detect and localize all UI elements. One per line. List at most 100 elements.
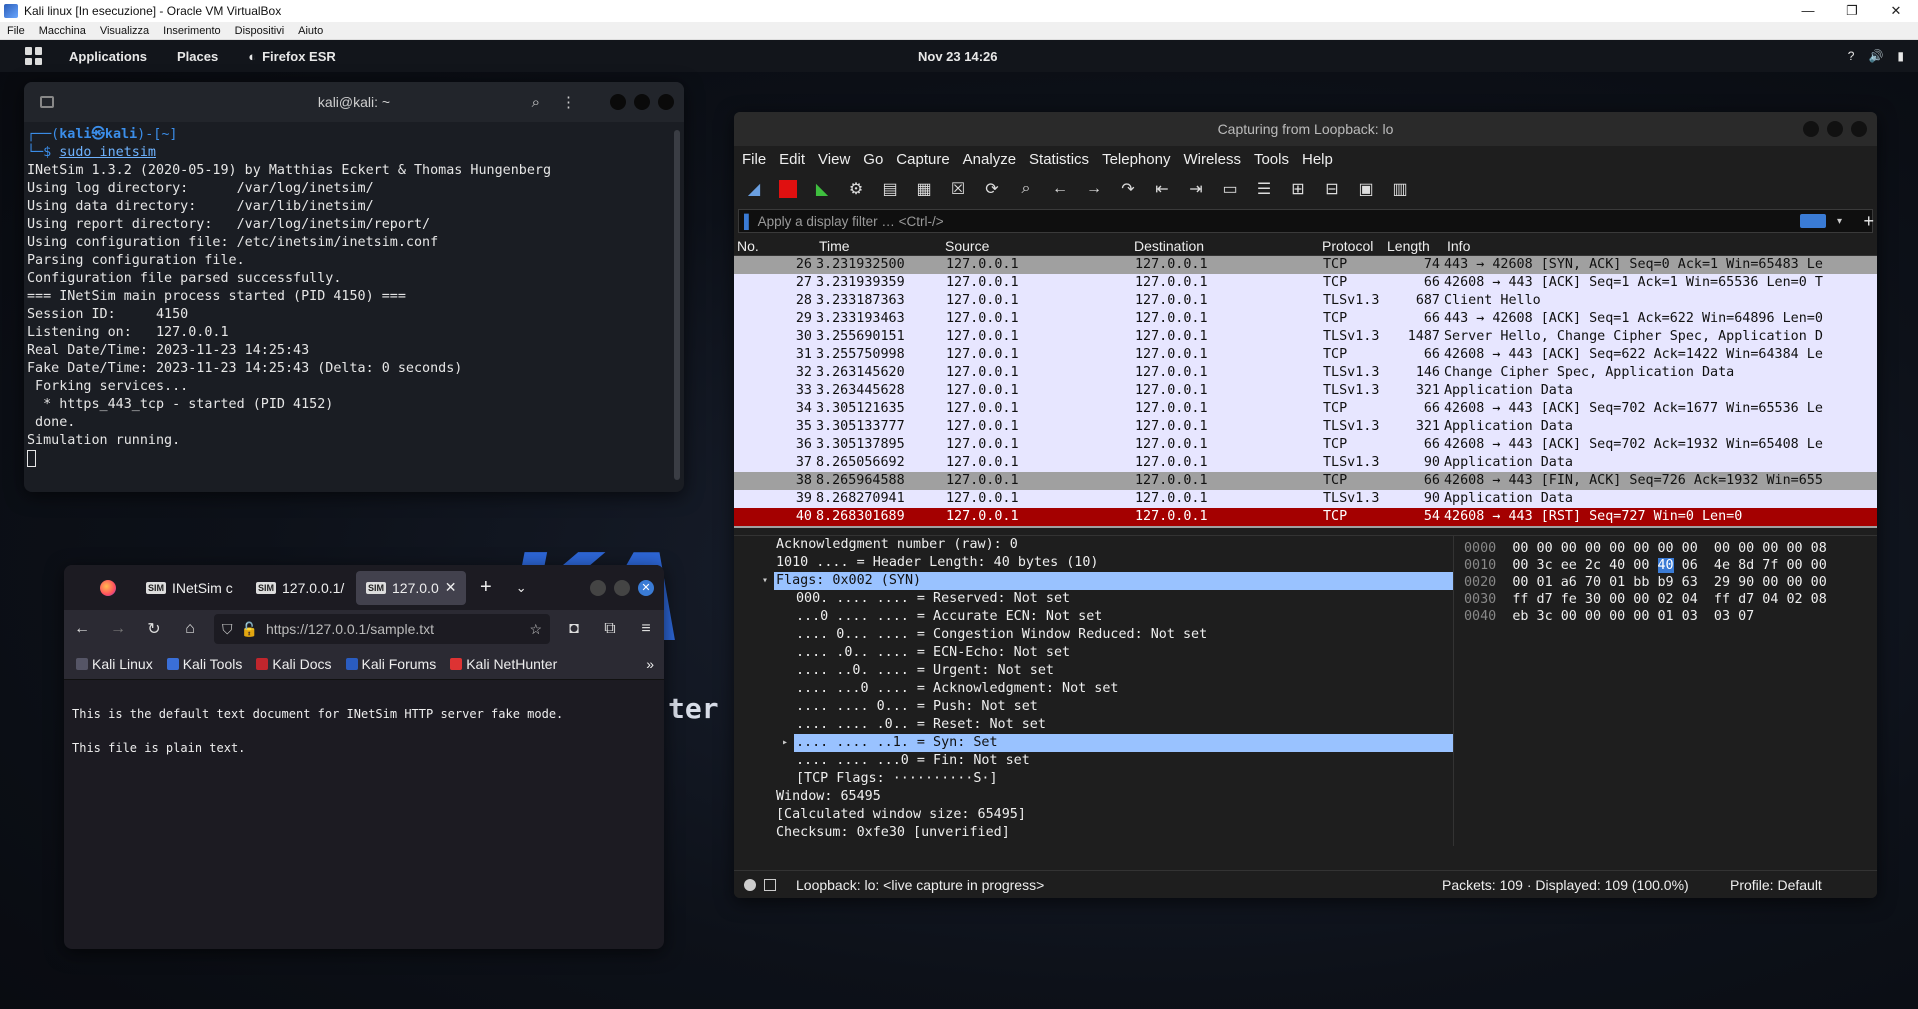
- colorize-icon[interactable]: ☰: [1252, 177, 1276, 201]
- bookmark-star-icon[interactable]: ☆: [529, 621, 542, 638]
- applications-menu[interactable]: Applications: [69, 49, 147, 64]
- apply-filter-icon[interactable]: [1800, 214, 1826, 228]
- packet-bytes[interactable]: 0000 00 00 00 00 00 00 00 00 00 00 00 00…: [1453, 536, 1877, 846]
- packet-row[interactable]: 28 3.233187363 127.0.0.1 127.0.0.1 TLSv1.3 68…: [734, 292, 1877, 310]
- detail-line[interactable]: 1010 .... = Header Length: 40 bytes (10): [734, 554, 1453, 572]
- go-first-icon[interactable]: ⇤: [1150, 177, 1174, 201]
- col-info[interactable]: Info: [1444, 238, 1877, 254]
- vbox-menu-devices[interactable]: Dispositivi: [228, 25, 292, 37]
- detail-line[interactable]: .... ...0 .... = Acknowledgment: Not set: [734, 680, 1453, 698]
- lock-icon[interactable]: 🔓: [241, 621, 258, 638]
- autoscroll-icon[interactable]: ▭: [1218, 177, 1242, 201]
- col-destination[interactable]: Destination: [1131, 238, 1319, 254]
- display-filter-input[interactable]: ▌ Apply a display filter … <Ctrl-/> ▾ +: [738, 209, 1874, 233]
- tab-127-sample[interactable]: SIM 127.0.0 ✕: [356, 570, 466, 605]
- zoom-in-icon[interactable]: ⊞: [1286, 177, 1310, 201]
- reload-file-icon[interactable]: ⟳: [980, 177, 1004, 201]
- detail-line[interactable]: Window: 65495: [734, 788, 1453, 806]
- menu-file[interactable]: File: [742, 151, 766, 168]
- menu-capture[interactable]: Capture: [896, 151, 949, 168]
- go-to-packet-icon[interactable]: ↷: [1116, 177, 1140, 201]
- new-tab-button[interactable]: +: [480, 576, 492, 599]
- col-protocol[interactable]: Protocol: [1319, 238, 1384, 254]
- bookmark-kali-forums[interactable]: Kali Forums: [345, 656, 436, 672]
- url-text[interactable]: https://127.0.0.1/sample.txt: [266, 621, 522, 637]
- search-icon[interactable]: ⌕: [532, 94, 540, 111]
- capture-comment-icon[interactable]: [764, 878, 776, 891]
- help-icon[interactable]: ?: [1848, 49, 1855, 63]
- packet-row[interactable]: 418.477632058127.0.0.1127.0.0.1TCP744121…: [734, 526, 1877, 528]
- col-time[interactable]: Time: [816, 238, 942, 254]
- vbox-menu-machine[interactable]: Macchina: [32, 25, 93, 37]
- packet-row[interactable]: 27 3.231939359 127.0.0.1 127.0.0.1 TCP 66 4260…: [734, 274, 1877, 292]
- detail-line[interactable]: ▸.... .... ..1. = Syn: Set: [782, 734, 1453, 752]
- packet-row[interactable]: 39 8.268270941 127.0.0.1 127.0.0.1 TLSv1.3 90…: [734, 490, 1877, 508]
- maximize-button[interactable]: ❐: [1830, 3, 1874, 19]
- expert-info-icon[interactable]: [744, 878, 756, 891]
- menu-telephony[interactable]: Telephony: [1102, 151, 1170, 168]
- terminal-minimize-button[interactable]: [610, 94, 626, 110]
- col-source[interactable]: Source: [942, 238, 1131, 254]
- packet-row[interactable]: 37 8.265056692 127.0.0.1 127.0.0.1 TLSv1.3 90…: [734, 454, 1877, 472]
- reload-button[interactable]: ↻: [136, 619, 172, 639]
- app-grid-icon[interactable]: [25, 47, 43, 65]
- detail-line[interactable]: .... .... 0... = Push: Not set: [734, 698, 1453, 716]
- firefox-maximize-button[interactable]: [614, 579, 630, 596]
- detail-line[interactable]: ...0 .... .... = Accurate ECN: Not set: [734, 608, 1453, 626]
- wireshark-maximize-button[interactable]: [1827, 121, 1843, 137]
- packet-row[interactable]: 30 3.255690151 127.0.0.1 127.0.0.1 TLSv1.3 14…: [734, 328, 1877, 346]
- expand-triangle-icon[interactable]: ▾: [762, 572, 768, 590]
- firefox-launcher[interactable]: ◐ Firefox ESR: [248, 49, 336, 64]
- minimize-button[interactable]: —: [1786, 3, 1830, 19]
- vbox-menu-file[interactable]: File: [0, 25, 32, 37]
- bookmark-kali-linux[interactable]: Kali Linux: [76, 656, 153, 672]
- shark-fin-start-icon[interactable]: ◢: [742, 177, 766, 201]
- go-last-icon[interactable]: ⇥: [1184, 177, 1208, 201]
- battery-icon[interactable]: ▮: [1897, 49, 1904, 63]
- terminal-close-button[interactable]: [658, 94, 674, 110]
- detail-line[interactable]: ▾ Flags: 0x002 (SYN): [762, 572, 1453, 590]
- firefox-view-icon[interactable]: [100, 579, 116, 596]
- menu-statistics[interactable]: Statistics: [1029, 151, 1089, 168]
- col-length[interactable]: Length: [1384, 238, 1444, 254]
- packet-row[interactable]: 29 3.233193463 127.0.0.1 127.0.0.1 TCP 66 443 …: [734, 310, 1877, 328]
- hex-line[interactable]: 0030 ff d7 fe 30 00 00 02 04 ff d7 04 02…: [1464, 591, 1867, 608]
- terminal-output[interactable]: ┌──(kali㉿kali)-[~] └─$ sudo inetsim INet…: [24, 122, 684, 473]
- packet-row[interactable]: 34 3.305121635 127.0.0.1 127.0.0.1 TCP 66 4260…: [734, 400, 1877, 418]
- extensions-icon[interactable]: ⧉: [592, 620, 628, 638]
- detail-line[interactable]: Checksum: 0xfe30 [unverified]: [734, 824, 1453, 842]
- packet-row[interactable]: 32 3.263145620 127.0.0.1 127.0.0.1 TLSv1.3 14…: [734, 364, 1877, 382]
- menu-icon[interactable]: ⋮: [561, 93, 576, 111]
- pocket-icon[interactable]: ◘: [556, 620, 592, 638]
- bookmarks-overflow-icon[interactable]: »: [646, 656, 654, 672]
- menu-help[interactable]: Help: [1302, 151, 1333, 168]
- bookmark-kali-docs[interactable]: Kali Docs: [256, 656, 332, 672]
- detail-line[interactable]: 000. .... .... = Reserved: Not set: [734, 590, 1453, 608]
- menu-view[interactable]: View: [818, 151, 850, 168]
- tab-list-chevron-icon[interactable]: ⌄: [516, 580, 527, 596]
- packet-row[interactable]: 35 3.305133777 127.0.0.1 127.0.0.1 TLSv1.3 32…: [734, 418, 1877, 436]
- close-button[interactable]: ✕: [1874, 3, 1918, 19]
- app-menu-icon[interactable]: ≡: [628, 620, 664, 638]
- resize-columns-icon[interactable]: ▥: [1388, 177, 1412, 201]
- firefox-minimize-button[interactable]: [590, 579, 606, 596]
- packet-list[interactable]: 26 3.231932500 127.0.0.1 127.0.0.1 TCP 74 443 …: [734, 256, 1877, 528]
- pane-splitter[interactable]: [734, 528, 1877, 536]
- detail-line[interactable]: [TCP Flags: ··········S·]: [734, 770, 1453, 788]
- tab-close-icon[interactable]: ✕: [445, 579, 457, 596]
- packet-row[interactable]: 36 3.305137895 127.0.0.1 127.0.0.1 TCP 66 4260…: [734, 436, 1877, 454]
- packet-details[interactable]: Acknowledgment number (raw): 0 1010 .... …: [734, 536, 1453, 846]
- go-back-icon[interactable]: ←: [1048, 177, 1072, 201]
- url-bar[interactable]: ⛉ 🔓 https://127.0.0.1/sample.txt ☆: [214, 614, 550, 644]
- packet-row[interactable]: 33 3.263445628 127.0.0.1 127.0.0.1 TLSv1.3 32…: [734, 382, 1877, 400]
- detail-line[interactable]: Acknowledgment number (raw): 0: [734, 536, 1453, 554]
- terminal-scrollbar[interactable]: [674, 130, 680, 480]
- detail-line[interactable]: .... .0.. .... = ECN-Echo: Not set: [734, 644, 1453, 662]
- restart-capture-icon[interactable]: ◣: [810, 177, 834, 201]
- detail-line[interactable]: .... ..0. .... = Urgent: Not set: [734, 662, 1453, 680]
- save-file-icon[interactable]: ▦: [912, 177, 936, 201]
- close-file-icon[interactable]: ☒: [946, 177, 970, 201]
- filter-bookmark-icon[interactable]: ▌: [744, 214, 754, 229]
- vbox-menu-view[interactable]: Visualizza: [93, 25, 156, 37]
- vbox-menu-input[interactable]: Inserimento: [156, 25, 227, 37]
